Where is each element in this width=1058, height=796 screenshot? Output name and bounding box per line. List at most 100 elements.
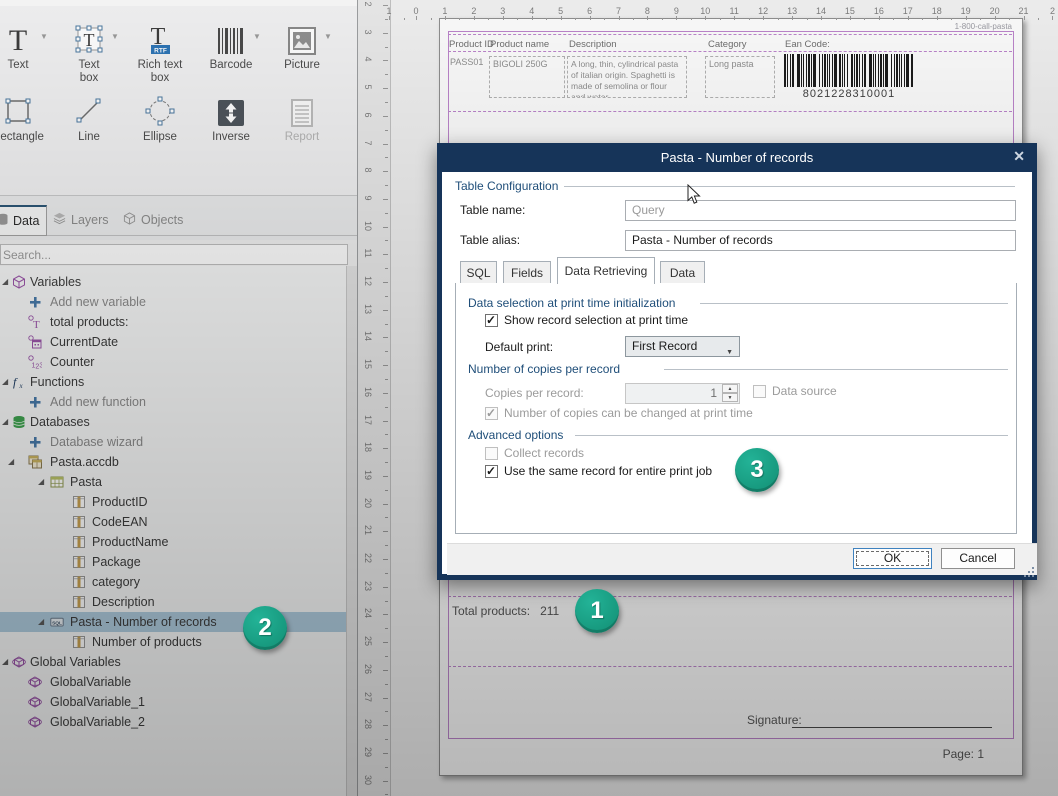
dialog-tab-data[interactable]: Data <box>660 261 705 284</box>
line-tool[interactable]: Line <box>54 92 124 144</box>
doc-cell-description[interactable]: A long, thin, cylindrical pasta of itali… <box>567 56 687 98</box>
doc-col-header[interactable]: Product name <box>490 39 549 50</box>
rectangle-tool[interactable]: Rectangle <box>0 92 53 144</box>
tree-item-codeean[interactable]: CodeEAN <box>0 512 346 532</box>
doc-col-header[interactable]: Category <box>708 39 747 50</box>
doc-col-header[interactable]: Product ID <box>449 39 494 50</box>
expander-icon[interactable]: ◢ <box>38 618 44 626</box>
fx-icon: fx <box>12 375 26 389</box>
picture-tool[interactable]: Picture▼ <box>267 20 337 72</box>
rectangle-icon <box>0 92 53 128</box>
spin-up-icon[interactable]: ▲ <box>722 384 738 393</box>
expander-icon[interactable]: ◢ <box>38 478 44 486</box>
rich-text-box-tool[interactable]: TRTF Rich text box <box>125 20 195 85</box>
chevron-down-icon[interactable]: ▼ <box>253 32 261 41</box>
ean-barcode[interactable] <box>784 54 914 87</box>
tree-item-functions[interactable]: ◢fxFunctions <box>0 372 346 392</box>
table-alias-input[interactable]: Pasta - Number of records <box>625 230 1016 251</box>
tree-item-add-new-variable[interactable]: Add new variable <box>0 292 346 312</box>
tree-item-productname[interactable]: ProductName <box>0 532 346 552</box>
tree-item-databases[interactable]: ◢ Databases <box>0 412 346 432</box>
tree-item-add-new-function[interactable]: Add new function <box>0 392 346 412</box>
tree-item-currentdate[interactable]: CurrentDate <box>0 332 346 352</box>
resize-grip[interactable] <box>1024 567 1034 577</box>
tree-item-productid[interactable]: ProductID <box>0 492 346 512</box>
chevron-down-icon[interactable]: ▼ <box>111 32 119 41</box>
tree-item-package[interactable]: Package <box>0 552 346 572</box>
page-number-text[interactable]: Page: 1 <box>943 747 984 761</box>
richtext-icon: TRTF <box>125 20 195 56</box>
inverse-tool[interactable]: Inverse <box>196 92 266 144</box>
close-icon[interactable]: ✕ <box>1013 148 1025 165</box>
expander-icon[interactable]: ◢ <box>8 458 14 466</box>
ellipse-tool[interactable]: Ellipse <box>125 92 195 144</box>
ok-button[interactable]: OK <box>853 548 932 569</box>
default-print-dropdown[interactable]: First Record ▼ <box>625 336 740 357</box>
ruler-number: 6 <box>582 6 598 16</box>
tree-item-pasta-number-of-records[interactable]: ◢SQLPasta - Number of records <box>0 612 346 632</box>
dialog-tab-data-retrieving[interactable]: Data Retrieving <box>557 257 655 284</box>
tab-label: Objects <box>141 213 183 227</box>
label-note-text[interactable]: 1-800-call-pasta <box>955 22 1012 31</box>
doc-col-header[interactable]: Description <box>569 39 617 50</box>
checkbox-checked[interactable] <box>485 314 498 327</box>
tree-item-variables[interactable]: ◢Variables <box>0 272 346 292</box>
ruler-number: 7 <box>611 6 627 16</box>
total-products-text[interactable]: Total products: 211 <box>452 604 559 618</box>
tab-objects[interactable]: Objects <box>116 207 190 233</box>
expander-icon[interactable]: ◢ <box>2 418 8 426</box>
tree-item-globalvariable[interactable]: GlobalVariable <box>0 672 346 692</box>
tree-item-label: Databases <box>30 415 90 429</box>
doc-col-header[interactable]: Ean Code: <box>785 39 830 50</box>
tree-item-globalvariable-1[interactable]: GlobalVariable_1 <box>0 692 346 712</box>
tree-item-global-variables[interactable]: ◢Global Variables <box>0 652 346 672</box>
expander-icon[interactable]: ◢ <box>2 278 8 286</box>
ruler-number: 1 <box>381 6 397 16</box>
tree-item-label: Pasta.accdb <box>50 455 119 469</box>
checkbox-checked[interactable] <box>485 465 498 478</box>
expander-icon[interactable]: ◢ <box>2 658 8 666</box>
ruler-tick <box>383 698 388 699</box>
tree-item-number-of-products[interactable]: Number of products <box>0 632 346 652</box>
show-record-selection-checkbox[interactable]: Show record selection at print time <box>485 313 688 327</box>
search-input[interactable] <box>0 244 348 265</box>
ruler-tick <box>980 18 981 20</box>
ruler-tick <box>385 47 388 48</box>
tree-item-counter[interactable]: 123Counter <box>0 352 346 372</box>
doc-cell-product-id[interactable]: PASS01 <box>450 57 483 67</box>
chevron-down-icon[interactable]: ▼ <box>324 32 332 41</box>
ruler-number: 28 <box>363 717 373 731</box>
doc-cell-product-name[interactable]: BIGOLI 250G <box>489 56 565 98</box>
tree-item-description[interactable]: Description <box>0 592 346 612</box>
spinner-buttons[interactable]: ▲ ▼ <box>722 384 739 403</box>
text-box-tool[interactable]: T Text box▼ <box>54 20 124 85</box>
text-tool[interactable]: T Text▼ <box>0 20 53 72</box>
tree-item-database-wizard[interactable]: Database wizard <box>0 432 346 452</box>
dialog-tab-fields[interactable]: Fields <box>503 261 551 284</box>
global-icon <box>28 715 42 729</box>
chevron-down-icon[interactable]: ▼ <box>40 32 48 41</box>
dialog-tab-sql[interactable]: SQL <box>460 261 497 284</box>
expander-icon[interactable]: ◢ <box>2 378 8 386</box>
tree-item-pasta[interactable]: ◢Pasta <box>0 472 346 492</box>
tool-label: Text <box>0 59 53 72</box>
table-name-input[interactable]: Query <box>625 200 1016 221</box>
collect-records-checkbox: Collect records <box>485 446 584 460</box>
ruler-tick <box>383 88 388 89</box>
cancel-button[interactable]: Cancel <box>941 548 1015 569</box>
ruler-tick <box>807 18 808 20</box>
ruler-tick <box>383 421 388 422</box>
doc-cell-category[interactable]: Long pasta <box>705 56 775 98</box>
column-icon <box>72 495 86 509</box>
tab-layers[interactable]: Layers <box>46 207 116 233</box>
tree-item-category[interactable]: category <box>0 572 346 592</box>
ruler-tick <box>416 16 417 20</box>
tree-item-total-products-[interactable]: Ttotal products: <box>0 312 346 332</box>
barcode-tool[interactable]: Barcode▼ <box>196 20 266 72</box>
tab-data[interactable]: Data <box>0 205 47 236</box>
spin-down-icon[interactable]: ▼ <box>722 393 738 402</box>
tree-item-globalvariable-2[interactable]: GlobalVariable_2 <box>0 712 346 732</box>
same-record-checkbox[interactable]: Use the same record for entire print job <box>485 464 712 478</box>
ruler-tick <box>604 18 605 20</box>
tree-item-pasta-accdb[interactable]: ◢ Pasta.accdb <box>0 452 346 472</box>
